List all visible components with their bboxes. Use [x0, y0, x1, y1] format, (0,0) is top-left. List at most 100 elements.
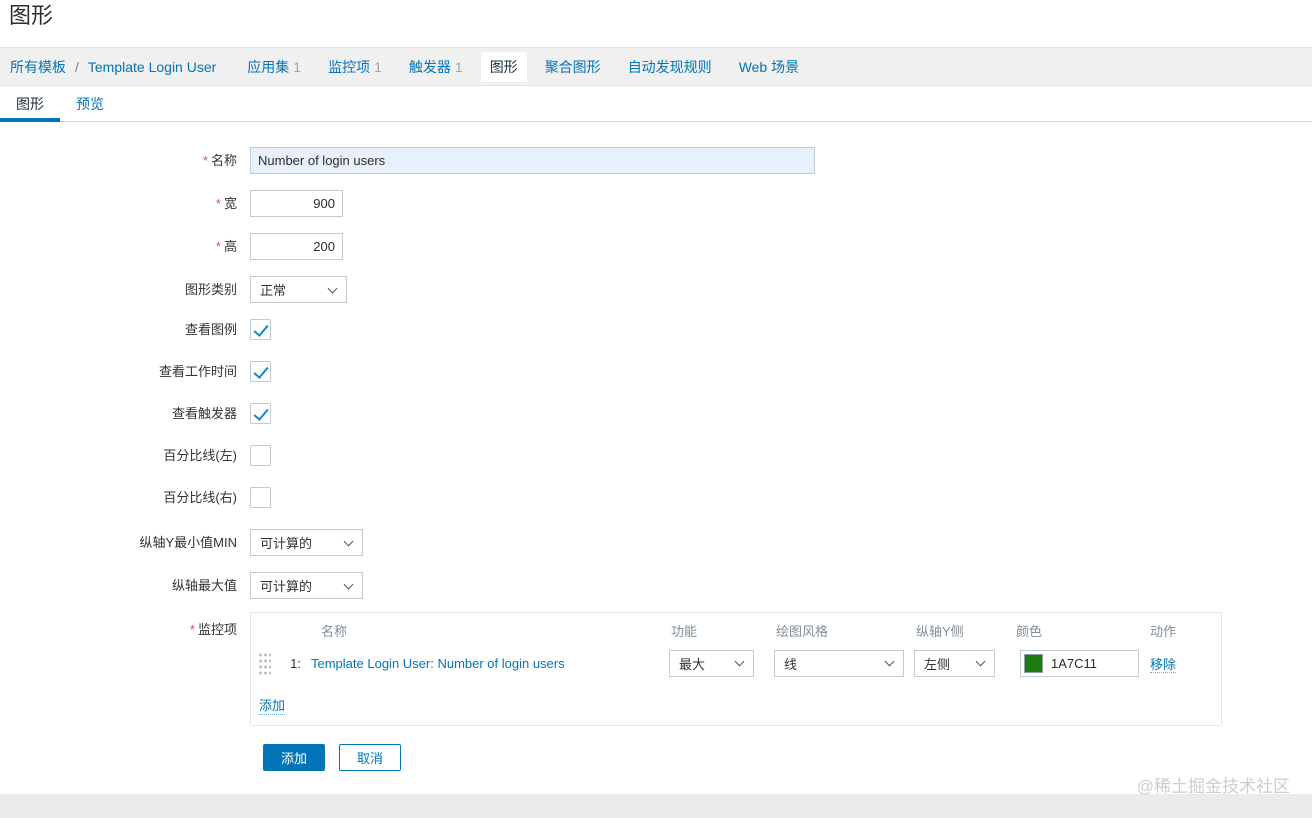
percentile-left-checkbox[interactable] [250, 445, 271, 466]
graph-form: *名称 *宽 *高 图形类别 正常 查看图例 查看工作时间 查看触发器 [0, 122, 1312, 771]
show-working-time-label: 查看工作时间 [158, 364, 237, 379]
nav-item-graphs[interactable]: 图形 [480, 51, 527, 82]
required-mark: * [189, 622, 195, 637]
name-label-text: 名称 [210, 153, 237, 168]
item-remove-link[interactable]: 移除 [1150, 656, 1177, 673]
page: 图形 所有模板 / Template Login User 应用集 1 监控项 1 触发… [0, 0, 1312, 794]
form-actions: 添加 取消 [263, 744, 1312, 771]
show-legend-checkbox[interactable] [250, 319, 271, 340]
nav-item-screens[interactable]: 聚合图形 [536, 52, 610, 82]
item-yaxis-side-value: 左侧 [924, 656, 951, 672]
color-hex-value: 1A7C11 [1051, 655, 1098, 671]
page-title: 图形 [9, 3, 54, 28]
tab-graph[interactable]: 图形 [0, 86, 60, 122]
breadcrumb-template-link[interactable]: Template Login User [88, 59, 216, 75]
percentile-right-checkbox[interactable] [250, 487, 271, 508]
required-mark: * [215, 196, 221, 211]
items-label-text: 监控项 [197, 622, 237, 637]
item-yaxis-side-select[interactable]: 左侧 [914, 649, 995, 677]
add-button[interactable]: 添加 [263, 744, 326, 771]
form-row-height: * 高 [0, 233, 1312, 260]
show-triggers-checkbox[interactable] [250, 403, 271, 424]
color-swatch[interactable] [1024, 653, 1043, 673]
cancel-button[interactable]: 取消 [339, 744, 402, 771]
item-row-number: 1: [290, 655, 301, 671]
breadcrumb-all-templates-link[interactable]: 所有模板 [10, 59, 66, 75]
nav-item-web-scenarios[interactable]: Web 场景 [730, 52, 808, 82]
nav-item-label: 聚合图形 [544, 58, 601, 75]
item-name-link[interactable]: Template Login User: Number of login use… [311, 656, 669, 671]
item-draw-style-value: 线 [784, 656, 798, 672]
form-row-percentile-right: 百分比线(右) [0, 487, 1312, 508]
tab-bar: 图形 预览 [0, 86, 1312, 122]
width-label: * 宽 [0, 190, 250, 217]
add-item-link[interactable]: 添加 [259, 695, 286, 715]
breadcrumb-bar: 所有模板 / Template Login User 应用集 1 监控项 1 触发器 1 … [0, 47, 1312, 86]
nav-item-items[interactable]: 监控项 1 [319, 52, 391, 82]
form-row-show-working-time: 查看工作时间 [0, 361, 1312, 382]
nav-item-count: 1 [293, 58, 302, 75]
graph-items-table: 名称 功能 绘图风格 纵轴Y侧 颜色 动作 1: Template Login … [250, 612, 1222, 726]
column-header-draw-style: 绘图风格 [776, 623, 829, 639]
chevron-down-icon [327, 283, 338, 293]
item-draw-style-select[interactable]: 线 [774, 649, 904, 677]
width-label-text: 宽 [223, 196, 237, 211]
chevron-down-icon [975, 656, 986, 667]
name-input[interactable] [250, 147, 815, 174]
nav-item-label: Web 场景 [738, 58, 800, 75]
column-header-name: 名称 [321, 623, 348, 639]
column-header-action: 动作 [1150, 623, 1177, 639]
yaxis-max-value: 可计算的 [260, 579, 313, 594]
percentile-left-label: 百分比线(左) [163, 448, 237, 463]
item-function-select[interactable]: 最大 [669, 649, 754, 677]
template-nav: 应用集 1 监控项 1 触发器 1 图形 聚合图形 自动发现规则 Web 场景 [238, 51, 817, 82]
nav-item-discovery-rules[interactable]: 自动发现规则 [619, 52, 721, 82]
show-working-time-checkbox[interactable] [250, 361, 271, 382]
chevron-down-icon [884, 656, 895, 667]
show-triggers-label: 查看触发器 [171, 406, 237, 421]
column-header-color: 颜色 [1016, 623, 1043, 639]
drag-handle-icon[interactable] [257, 651, 271, 675]
item-color-picker[interactable]: 1A7C11 [1020, 649, 1139, 677]
nav-item-label: 触发器 [408, 58, 451, 75]
nav-item-applications[interactable]: 应用集 1 [238, 52, 310, 82]
breadcrumb: 所有模板 / Template Login User [10, 57, 216, 77]
items-table-header: 名称 功能 绘图风格 纵轴Y侧 颜色 动作 [257, 619, 1221, 641]
yaxis-min-select[interactable]: 可计算的 [250, 529, 363, 556]
item-function-value: 最大 [679, 656, 706, 672]
show-legend-label: 查看图例 [184, 322, 237, 337]
items-label: * 监控项 [0, 612, 250, 726]
height-label-text: 高 [223, 239, 237, 254]
name-label: * 名称 [0, 147, 250, 174]
chevron-down-icon [343, 536, 354, 546]
form-row-percentile-left: 百分比线(左) [0, 445, 1312, 466]
yaxis-max-label: 纵轴最大值 [171, 578, 237, 593]
yaxis-min-value: 可计算的 [260, 536, 313, 551]
graph-type-value: 正常 [260, 283, 287, 298]
graph-type-select[interactable]: 正常 [250, 276, 347, 303]
nav-item-count: 1 [374, 58, 382, 75]
nav-item-triggers[interactable]: 触发器 1 [400, 52, 472, 82]
form-row-show-triggers: 查看触发器 [0, 403, 1312, 424]
chevron-down-icon [734, 656, 745, 667]
width-input[interactable] [250, 190, 343, 217]
form-row-show-legend: 查看图例 [0, 319, 1312, 340]
percentile-right-label: 百分比线(右) [163, 490, 237, 505]
nav-item-label: 监控项 [328, 58, 371, 75]
yaxis-min-label: 纵轴Y最小值MIN [139, 535, 237, 550]
nav-item-count: 1 [454, 58, 463, 75]
form-row-name: * 名称 [0, 147, 1312, 174]
form-row-width: * 宽 [0, 190, 1312, 217]
graph-type-label: 图形类别 [184, 282, 237, 297]
yaxis-max-select[interactable]: 可计算的 [250, 572, 363, 599]
height-input[interactable] [250, 233, 343, 260]
breadcrumb-separator: / [75, 58, 79, 75]
form-row-yaxis-max: 纵轴最大值 可计算的 [0, 572, 1312, 599]
column-header-function: 功能 [671, 623, 698, 639]
nav-item-label: 自动发现规则 [627, 58, 712, 75]
required-mark: * [202, 153, 208, 168]
tab-preview[interactable]: 预览 [60, 86, 120, 121]
item-row: 1: Template Login User: Number of login … [257, 641, 1221, 685]
form-row-items: * 监控项 名称 功能 绘图风格 纵轴Y侧 颜色 动作 1: Template L… [0, 612, 1312, 726]
chevron-down-icon [343, 579, 354, 589]
